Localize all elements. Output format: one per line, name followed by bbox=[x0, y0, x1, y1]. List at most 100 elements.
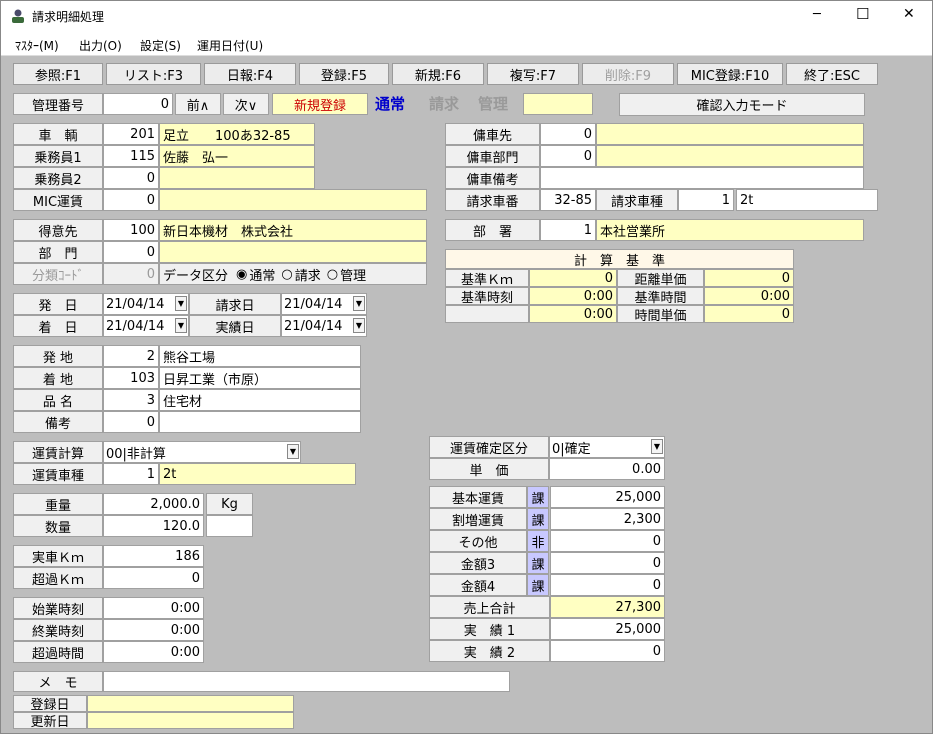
sonota-input[interactable]: 0 bbox=[550, 530, 665, 552]
shigyo-input[interactable]: 0:00 bbox=[103, 597, 204, 619]
kingaku3-input[interactable]: 0 bbox=[550, 552, 665, 574]
chevron-down-icon[interactable]: ▼ bbox=[353, 318, 365, 333]
choka-jikan-label: 超過時間 bbox=[13, 641, 103, 663]
seikyu-shashu-code-input[interactable]: 1 bbox=[678, 189, 734, 211]
jomuin2-code-input[interactable]: 0 bbox=[103, 167, 159, 189]
exit-button[interactable]: 終了:ESC bbox=[786, 63, 878, 85]
unchin-shashu-code-input[interactable]: 1 bbox=[103, 463, 159, 485]
data-kubun-label: データ区分 bbox=[163, 268, 229, 284]
kingaku4-tax-badge[interactable]: 課 bbox=[527, 574, 549, 596]
maximize-button[interactable]: ☐ bbox=[856, 5, 869, 23]
sharyo-name: 足立 100あ32-85 bbox=[159, 123, 315, 145]
main-window: 請求明細処理 ─ ☐ ✕ ﾏｽﾀｰ(M) 出力(O) 設定(S) 運用日付(U)… bbox=[0, 0, 933, 734]
yosha-biko-input[interactable] bbox=[540, 167, 864, 189]
mic-code-input[interactable]: 0 bbox=[103, 189, 159, 211]
chevron-down-icon[interactable]: ▼ bbox=[175, 318, 187, 333]
kijun-km-input[interactable]: 0 bbox=[529, 269, 617, 287]
reference-button[interactable]: 参照:F1 bbox=[13, 63, 103, 85]
mic-register-button[interactable]: MIC登録:F10 bbox=[677, 63, 783, 85]
prev-button[interactable]: 前∧ bbox=[175, 93, 221, 115]
new-button[interactable]: 新規:F6 bbox=[392, 63, 484, 85]
bumon-code-input[interactable]: 0 bbox=[103, 241, 159, 263]
seikyu-shashu-label: 請求車種 bbox=[596, 189, 678, 211]
uriage-total: 27,300 bbox=[550, 596, 665, 618]
warimashi-input[interactable]: 2,300 bbox=[550, 508, 665, 530]
seikyu-shaban-input[interactable]: 32-85 bbox=[540, 189, 596, 211]
choka-jikan-input[interactable]: 0:00 bbox=[103, 641, 204, 663]
biko-name bbox=[159, 411, 361, 433]
warimashi-tax-badge[interactable]: 課 bbox=[527, 508, 549, 530]
register-button[interactable]: 登録:F5 bbox=[299, 63, 389, 85]
suryo-unit-input[interactable] bbox=[206, 515, 253, 537]
unchin-keisan-select[interactable]: 00|非計算 ▼ bbox=[103, 441, 301, 463]
hinmei-code-input[interactable]: 3 bbox=[103, 389, 159, 411]
unchin-kakutei-label: 運賃確定区分 bbox=[429, 436, 549, 458]
hatchi-code-input[interactable]: 2 bbox=[103, 345, 159, 367]
kingaku3-tax-badge[interactable]: 課 bbox=[527, 552, 549, 574]
jikan-tanka-input[interactable]: 0 bbox=[704, 305, 794, 323]
radio-normal-label[interactable]: 通常 bbox=[249, 265, 275, 284]
menu-master[interactable]: ﾏｽﾀｰ(M) bbox=[15, 37, 59, 54]
toroku-label: 登録日 bbox=[13, 695, 87, 713]
next-button[interactable]: 次∨ bbox=[223, 93, 269, 115]
chevron-down-icon[interactable]: ▼ bbox=[287, 444, 299, 459]
choka-km-input[interactable]: 0 bbox=[103, 567, 204, 589]
shugyo-input[interactable]: 0:00 bbox=[103, 619, 204, 641]
radio-kanri-icon[interactable]: ○ bbox=[327, 267, 338, 282]
sharyo-code-input[interactable]: 201 bbox=[103, 123, 159, 145]
yosha-bumon-label: 傭車部門 bbox=[445, 145, 540, 167]
kihon-input[interactable]: 25,000 bbox=[550, 486, 665, 508]
seikyu-date-picker[interactable]: 21/04/14 ▼ bbox=[281, 293, 367, 315]
jomuin1-code-input[interactable]: 115 bbox=[103, 145, 159, 167]
jomuin1-name: 佐藤 弘一 bbox=[159, 145, 315, 167]
yosha-bumon-code-input[interactable]: 0 bbox=[540, 145, 596, 167]
menu-settings[interactable]: 設定(S) bbox=[140, 37, 181, 54]
bunrui-label: 分類ｺｰﾄﾞ bbox=[13, 263, 103, 285]
daily-report-button[interactable]: 日報:F4 bbox=[204, 63, 296, 85]
biko-code-input[interactable]: 0 bbox=[103, 411, 159, 433]
tokui-code-input[interactable]: 100 bbox=[103, 219, 159, 241]
unchin-kakutei-select[interactable]: 0|確定 ▼ bbox=[549, 436, 665, 458]
list-button[interactable]: リスト:F3 bbox=[106, 63, 201, 85]
menu-bar: ﾏｽﾀｰ(M) 出力(O) 設定(S) 運用日付(U) bbox=[1, 32, 932, 56]
confirm-mode-button[interactable]: 確認入力モード bbox=[619, 93, 865, 116]
radio-normal-icon[interactable]: ◉ bbox=[236, 267, 247, 282]
chevron-down-icon[interactable]: ▼ bbox=[353, 296, 365, 311]
radio-seikyu-label[interactable]: 請求 bbox=[295, 265, 321, 284]
menu-operation-date[interactable]: 運用日付(U) bbox=[197, 37, 263, 54]
copy-button[interactable]: 複写:F7 bbox=[487, 63, 579, 85]
kanri-input[interactable]: 0 bbox=[103, 93, 173, 115]
jisseki-date-picker[interactable]: 21/04/14 ▼ bbox=[281, 315, 367, 337]
seikyu-date-label: 請求日 bbox=[189, 293, 281, 315]
kingaku4-input[interactable]: 0 bbox=[550, 574, 665, 596]
chaku-date-picker[interactable]: 21/04/14 ▼ bbox=[103, 315, 189, 337]
hatsu-date-picker[interactable]: 21/04/14 ▼ bbox=[103, 293, 189, 315]
close-button[interactable]: ✕ bbox=[903, 6, 915, 22]
busho-code-input[interactable]: 1 bbox=[540, 219, 596, 241]
yosha-label: 傭車先 bbox=[445, 123, 540, 145]
kijun-jikoku-input[interactable]: 0:00 bbox=[529, 287, 617, 305]
chakuchi-code-input[interactable]: 103 bbox=[103, 367, 159, 389]
jisseki2-input[interactable]: 0 bbox=[550, 640, 665, 662]
yosha-code-input[interactable]: 0 bbox=[540, 123, 596, 145]
minimize-button[interactable]: ─ bbox=[813, 7, 821, 22]
kijun-jikan-input[interactable]: 0:00 bbox=[704, 287, 794, 305]
menu-output[interactable]: 出力(O) bbox=[79, 37, 122, 54]
jisseki1-input[interactable]: 25,000 bbox=[550, 618, 665, 640]
chevron-down-icon[interactable]: ▼ bbox=[175, 296, 187, 311]
chevron-down-icon[interactable]: ▼ bbox=[651, 439, 663, 454]
sonota-tax-badge[interactable]: 非 bbox=[527, 530, 549, 552]
tanka-input[interactable]: 0.00 bbox=[549, 458, 665, 480]
radio-seikyu-icon[interactable]: ○ bbox=[281, 267, 292, 282]
delete-button[interactable]: 削除:F9 bbox=[582, 63, 674, 85]
juryo-input[interactable]: 2,000.0 bbox=[103, 493, 204, 515]
kyori-tanka-input[interactable]: 0 bbox=[704, 269, 794, 287]
kihon-tax-badge[interactable]: 課 bbox=[527, 486, 549, 508]
calc-row3-input[interactable]: 0:00 bbox=[529, 305, 617, 323]
memo-input[interactable] bbox=[103, 671, 510, 692]
jissha-km-input[interactable]: 186 bbox=[103, 545, 204, 567]
unchin-keisan-label: 運賃計算 bbox=[13, 441, 103, 463]
suryo-input[interactable]: 120.0 bbox=[103, 515, 204, 537]
radio-kanri-label[interactable]: 管理 bbox=[340, 265, 366, 284]
bunrui-code-input[interactable]: 0 bbox=[103, 263, 159, 285]
